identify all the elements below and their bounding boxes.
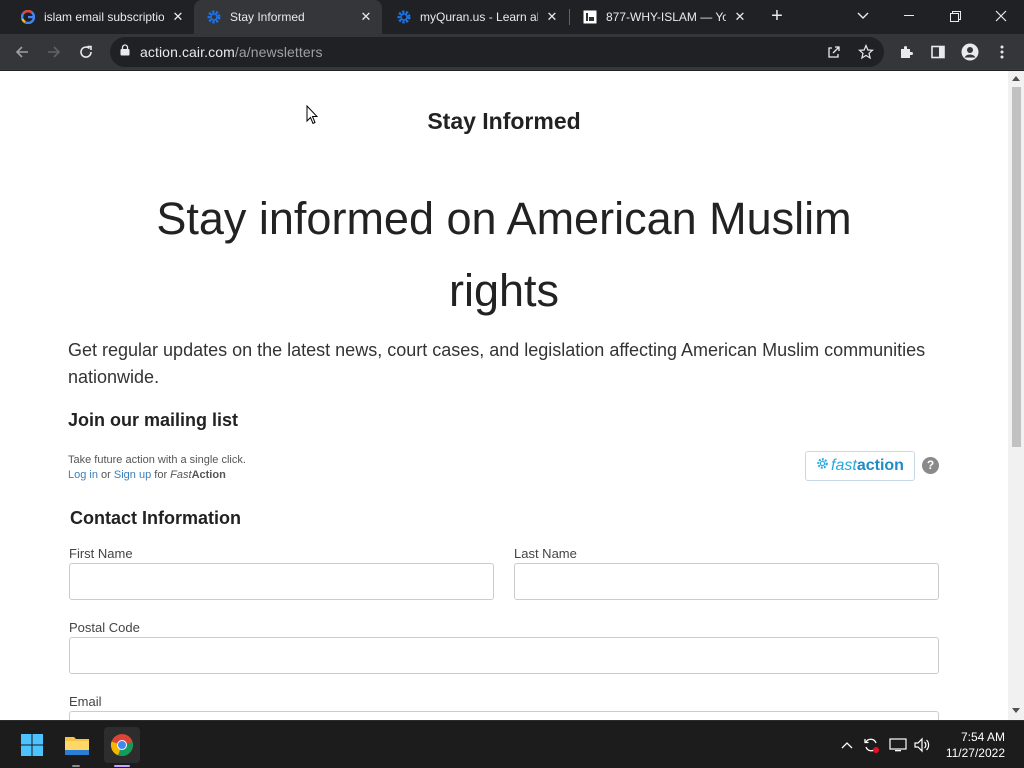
logo-fast: fast [831, 457, 857, 474]
url-path: /a/newsletters [234, 44, 323, 60]
page-icon [582, 9, 598, 25]
close-icon[interactable]: ✕ [358, 9, 374, 25]
volume-icon[interactable] [912, 735, 932, 755]
fastaction-logo-button[interactable]: fast action [805, 451, 915, 481]
for-text: for [154, 469, 168, 481]
tab-title: 877-WHY-ISLAM — Your [606, 10, 726, 24]
explorer-indicator [72, 765, 80, 767]
gear-icon [396, 9, 412, 25]
clock-time: 7:54 AM [960, 730, 1005, 744]
tab-title: myQuran.us - Learn about [420, 10, 538, 24]
chevron-down-icon[interactable] [840, 0, 886, 32]
fastaction-gear-icon [816, 457, 829, 475]
gear-icon [206, 9, 222, 25]
google-icon [20, 9, 36, 25]
email-input[interactable] [69, 711, 939, 720]
forward-button[interactable] [40, 38, 68, 66]
postal-code-input[interactable] [69, 637, 939, 674]
email-label: Email [69, 694, 102, 709]
new-tab-button[interactable]: + [766, 6, 788, 28]
side-panel-icon[interactable] [924, 38, 952, 66]
mailing-list-heading: Join our mailing list [68, 410, 239, 430]
extensions-icon[interactable] [892, 38, 920, 66]
lock-icon[interactable] [120, 43, 130, 61]
address-bar[interactable]: action.cair.com/a/newsletters [110, 37, 884, 67]
restore-button[interactable] [932, 0, 978, 32]
share-icon[interactable] [820, 38, 848, 66]
first-name-input[interactable] [69, 563, 494, 600]
url-text: action.cair.com/a/newsletters [140, 44, 323, 60]
page-scrollbar[interactable] [1008, 71, 1024, 720]
url-host: action.cair.com [140, 44, 235, 60]
tab-strip: islam email subscription ✕ Stay Informed… [0, 0, 1024, 34]
login-link[interactable]: Log in [68, 469, 98, 481]
bookmark-star-icon[interactable] [852, 38, 880, 66]
help-icon[interactable]: ? [922, 457, 939, 474]
chevron-up-icon[interactable] [837, 735, 857, 755]
first-name-label: First Name [69, 546, 133, 561]
browser-toolbar: action.cair.com/a/newsletters [0, 34, 1024, 70]
clock-date: 11/27/2022 [945, 746, 1005, 760]
chrome-taskbar-icon[interactable] [104, 727, 140, 763]
reload-button[interactable] [72, 38, 100, 66]
fastaction-line: Take future action with a single click. [68, 454, 246, 466]
page-title: Stay Informed [427, 108, 581, 134]
brand-action: Action [191, 469, 226, 481]
signup-link[interactable]: Sign up [114, 469, 151, 481]
scroll-up-arrow[interactable] [1012, 76, 1020, 81]
close-window-button[interactable] [978, 0, 1024, 32]
tab-title: Stay Informed [230, 10, 305, 24]
tab-title: islam email subscription [44, 10, 164, 24]
back-button[interactable] [8, 38, 36, 66]
chrome-indicator [114, 765, 130, 767]
scroll-down-arrow[interactable] [1012, 708, 1020, 713]
contact-heading: Contact Information [70, 508, 241, 528]
or-text: or [101, 469, 111, 481]
scrollbar-thumb[interactable] [1012, 87, 1021, 447]
sync-icon[interactable] [861, 735, 881, 755]
logo-action: action [856, 457, 904, 474]
close-icon[interactable]: ✕ [732, 9, 748, 25]
tab-myquran[interactable]: myQuran.us - Learn about ✕ [384, 0, 568, 34]
last-name-label: Last Name [514, 546, 577, 561]
fastaction-login-line: Log in or Sign up for FastAction [68, 468, 246, 483]
page-viewport: Stay Informed Stay informed on American … [0, 71, 1008, 720]
brand-fast: Fast [170, 469, 192, 481]
file-explorer-icon[interactable] [61, 729, 93, 761]
mouse-cursor-icon [306, 104, 319, 130]
start-windows-icon[interactable] [16, 729, 48, 761]
more-menu-icon[interactable] [988, 38, 1016, 66]
close-icon[interactable]: ✕ [544, 9, 560, 25]
taskbar-clock[interactable]: 7:54 AM 11/27/2022 [946, 729, 1005, 761]
postal-code-label: Postal Code [69, 620, 140, 635]
profile-avatar-icon[interactable] [956, 38, 984, 66]
tab-877-why-islam[interactable]: 877-WHY-ISLAM — Your ✕ [570, 0, 756, 34]
windows-taskbar: 7:54 AM 11/27/2022 [0, 720, 1024, 768]
close-icon[interactable]: ✕ [170, 9, 186, 25]
minimize-button[interactable] [886, 0, 932, 32]
tab-stay-informed[interactable]: Stay Informed ✕ [194, 0, 382, 34]
network-icon[interactable] [888, 735, 908, 755]
tab-islam-email[interactable]: islam email subscription ✕ [8, 0, 194, 34]
fastaction-text: Take future action with a single click. … [68, 453, 246, 483]
page-headline: Stay informed on American Muslim rights [156, 193, 852, 316]
last-name-input[interactable] [514, 563, 939, 600]
intro-text: Get regular updates on the latest news, … [68, 340, 926, 387]
